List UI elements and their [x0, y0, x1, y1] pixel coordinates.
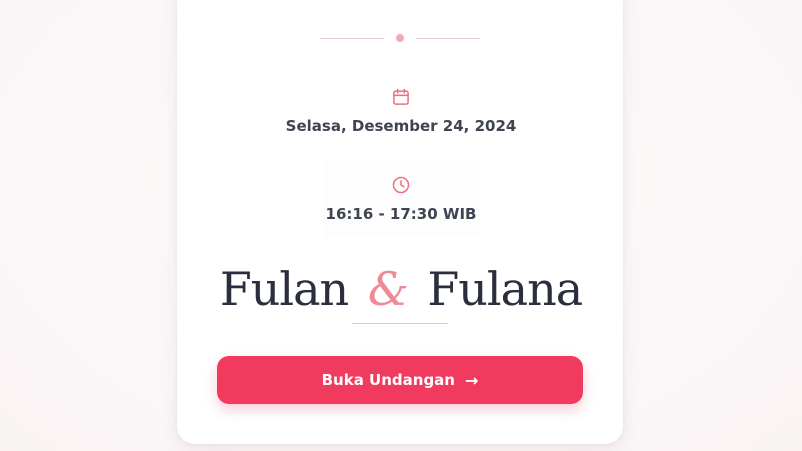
event-time-text: 16:16 - 17:30 WIB [325, 205, 477, 223]
arrow-right-icon: → [464, 370, 479, 390]
event-date: Selasa, Desember 24, 2024 [0, 87, 802, 135]
clock-icon [391, 175, 411, 195]
event-time: 16:16 - 17:30 WIB [0, 175, 802, 223]
page-background: Selasa, Desember 24, 2024 16:16 - 17:30 … [0, 0, 802, 451]
calendar-icon [391, 87, 411, 107]
open-invitation-button[interactable]: Buka Undangan → [217, 356, 583, 404]
divider-line-left [320, 38, 384, 39]
bride-name: Fulana [427, 262, 583, 316]
groom-name: Fulan [219, 262, 349, 316]
divider-dot [396, 34, 404, 42]
open-invitation-label: Buka Undangan [321, 371, 455, 389]
decorative-divider [0, 34, 802, 42]
ampersand: & [367, 262, 409, 316]
event-date-text: Selasa, Desember 24, 2024 [285, 117, 517, 135]
names-underline [352, 323, 448, 324]
couple-names: Fulan & Fulana [0, 262, 802, 316]
divider-line-right [416, 38, 480, 39]
